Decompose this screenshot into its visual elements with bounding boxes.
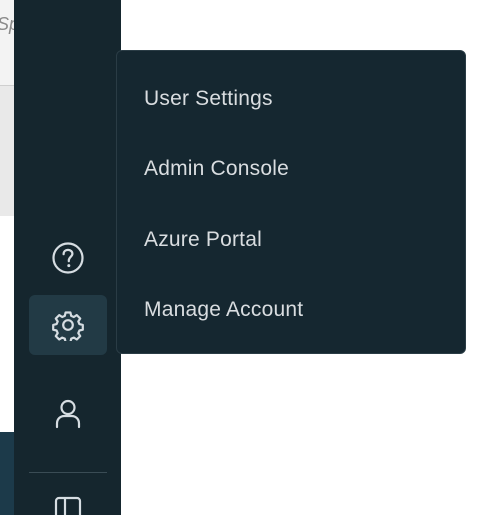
background-page-fragment: Sp [0,0,19,515]
menu-item-user-settings[interactable]: User Settings [117,64,465,134]
page-header-area: Sp [0,0,19,86]
page-footer-area [0,432,14,515]
menu-item-azure-portal[interactable]: Azure Portal [117,205,465,275]
help-button[interactable] [29,228,107,288]
rail-divider [29,472,107,473]
settings-button[interactable] [29,295,107,355]
page-content-area [0,216,14,432]
help-circle-icon [52,242,84,274]
profile-button[interactable] [29,384,107,444]
side-rail [14,0,121,515]
menu-item-admin-console[interactable]: Admin Console [117,134,465,204]
user-icon [55,399,81,429]
menu-item-manage-account[interactable]: Manage Account [117,275,465,345]
layout-toggle-button[interactable] [29,482,107,515]
settings-dropdown-menu: User Settings Admin Console Azure Portal… [116,50,466,354]
panel-layout-icon [54,496,82,515]
page-panel-area [0,86,14,216]
gear-icon [52,311,84,341]
